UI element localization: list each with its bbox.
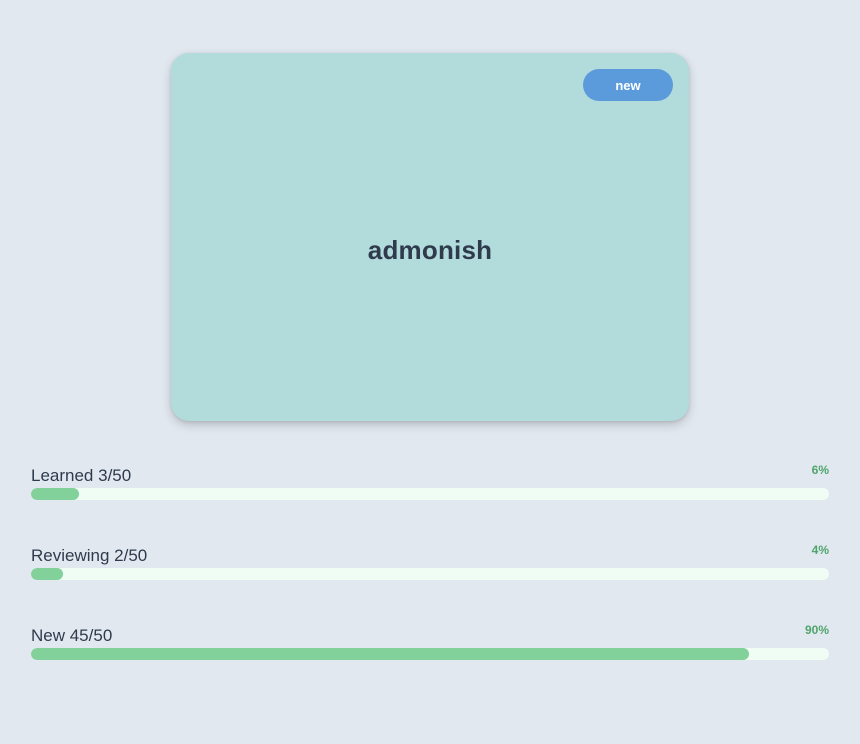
flashcard-word: admonish (367, 235, 493, 265)
stat-reviewing-progress-track (31, 568, 829, 580)
stat-new: New 45/50 90% (31, 623, 829, 666)
stat-reviewing: Reviewing 2/50 4% (31, 543, 829, 586)
flashcard[interactable]: new admonish (171, 53, 689, 421)
stat-new-percent: 90% (804, 623, 829, 637)
stat-reviewing-progress-fill (31, 568, 63, 580)
stat-learned-progress-track (31, 488, 829, 500)
stat-learned-progress-fill (31, 488, 79, 500)
stat-new-label: New 45/50 (31, 626, 113, 645)
stat-reviewing-label: Reviewing 2/50 (31, 546, 148, 565)
status-badge[interactable]: new (583, 69, 673, 101)
stat-learned: Learned 3/50 6% (31, 463, 829, 506)
stat-new-progress-track (31, 648, 829, 660)
stat-reviewing-percent: 4% (811, 543, 829, 557)
stat-learned-percent: 6% (811, 463, 829, 477)
stat-new-progress-fill (31, 648, 750, 660)
stat-learned-label: Learned 3/50 (31, 466, 132, 485)
